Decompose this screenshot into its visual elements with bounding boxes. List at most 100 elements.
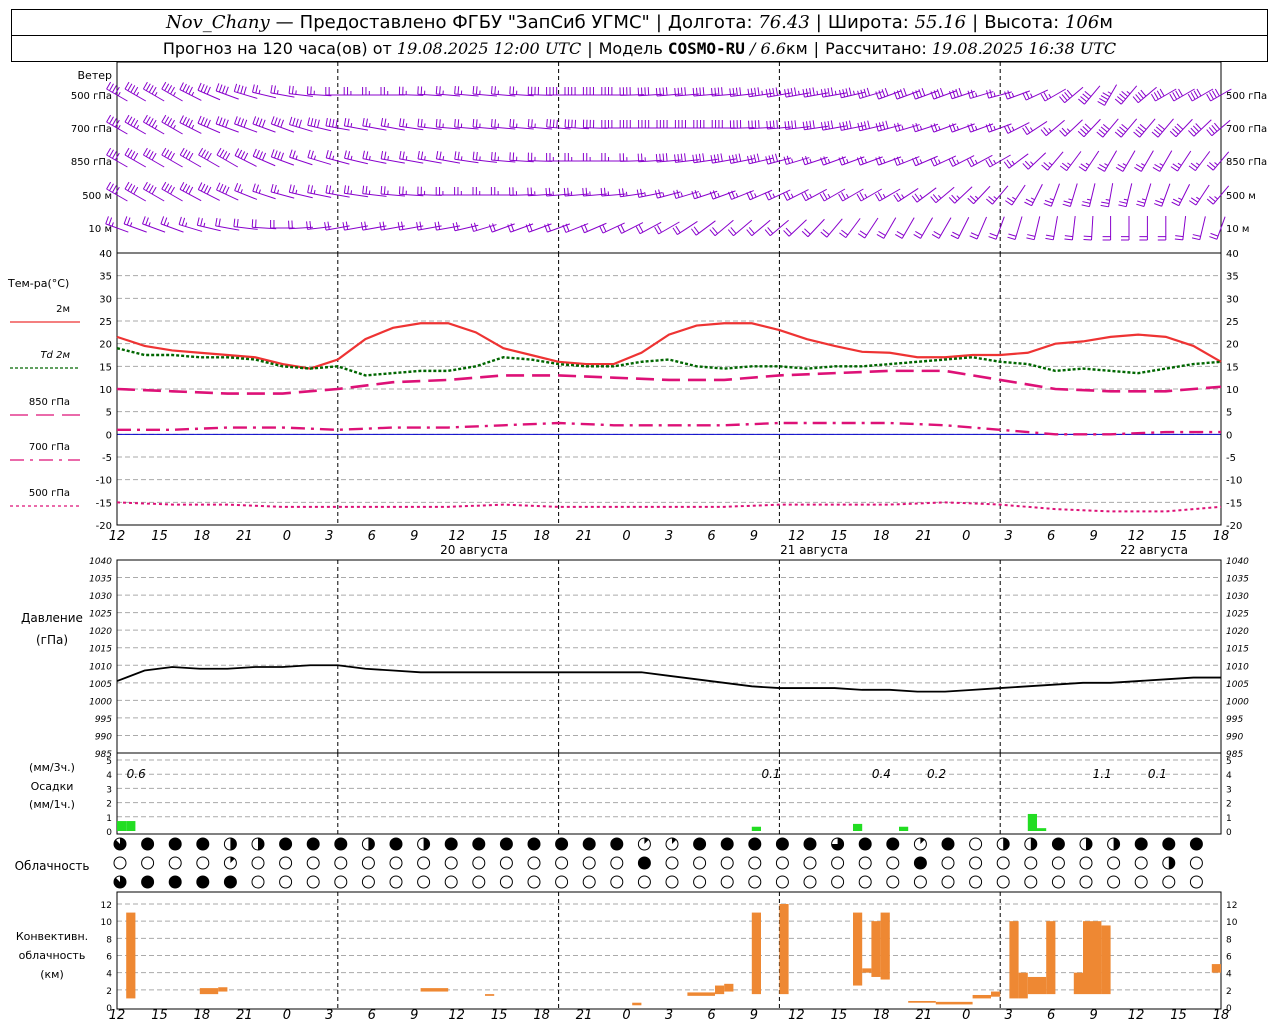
cloud-cover-symbol xyxy=(637,837,651,851)
conv-bar xyxy=(1073,972,1083,995)
wind-barb-flag xyxy=(699,192,702,197)
wind-barb-shaft xyxy=(1069,183,1078,207)
wind-barb-flag xyxy=(151,86,157,95)
wind-barb-flag xyxy=(1081,204,1090,208)
temp-tick-left: 10 xyxy=(99,385,112,396)
wind-barb-flag xyxy=(1003,126,1009,134)
cloud-symbol-circle xyxy=(1079,856,1093,870)
wind-barb-flag xyxy=(347,151,351,160)
wind-barb xyxy=(949,87,975,100)
cloud-symbol-circle xyxy=(555,875,569,889)
wind-barb-flag xyxy=(382,221,385,230)
wind-barb-flag xyxy=(938,125,941,130)
wind-barb-flag xyxy=(1208,127,1215,134)
wind-barb-flag xyxy=(191,91,195,96)
cloud-symbol-circle xyxy=(499,875,513,889)
wind-barb-flag xyxy=(179,115,184,123)
wind-barb xyxy=(1045,216,1058,241)
wind-barb xyxy=(619,153,645,162)
cloud-cover-symbol xyxy=(803,875,817,889)
wind-barbs-group xyxy=(105,81,1232,241)
wind-barb xyxy=(435,150,461,164)
precip-tick-left: 3 xyxy=(106,785,112,795)
cloud-symbol-circle xyxy=(251,875,265,889)
wind-barb-flag xyxy=(457,86,460,95)
temp-tick-left: -15 xyxy=(96,498,112,509)
conv-bar xyxy=(1101,925,1111,995)
wind-barb-flag xyxy=(1049,198,1054,201)
temp-series-line xyxy=(116,369,1222,395)
wind-barb-flag xyxy=(295,189,298,194)
wind-barb-flag xyxy=(142,147,148,156)
temp-legend-label: 2м xyxy=(56,304,70,315)
conv-bar xyxy=(126,912,136,999)
cloud-cover-symbol xyxy=(334,837,348,851)
wind-barb-flag xyxy=(785,227,792,235)
wind-barb-flag xyxy=(164,149,170,157)
cloud-symbol-fill xyxy=(334,838,347,850)
wind-barb-flag xyxy=(809,87,812,97)
cloud-title: Облачность xyxy=(15,859,90,873)
wind-barb-flag xyxy=(1151,131,1159,138)
wind-barb xyxy=(637,87,663,97)
temp-tick-left: 15 xyxy=(99,362,112,373)
time-axis-label: 12 xyxy=(448,529,465,544)
cloud-cover-symbol xyxy=(361,875,375,889)
wind-barb-flag xyxy=(1135,129,1143,136)
wind-barb-flag xyxy=(804,191,810,200)
wind-barb-shaft xyxy=(1031,184,1043,206)
wind-barb xyxy=(1102,216,1112,241)
wind-barb-flag xyxy=(1064,235,1073,238)
wind-barb xyxy=(270,220,295,229)
wind-barb-flag xyxy=(142,81,148,90)
precip-tick-right: 1 xyxy=(1226,814,1232,824)
wind-barb-flag xyxy=(1196,88,1202,97)
time-axis-label: 21 xyxy=(236,529,253,544)
wind-barb-flag xyxy=(215,116,220,125)
time-axis-label-bottom: 9 xyxy=(410,1008,418,1023)
wind-barb-flag xyxy=(820,231,828,238)
cloud-cover-symbol xyxy=(444,875,458,889)
cloud-cover-symbol xyxy=(637,856,651,870)
wind-barb-flag xyxy=(164,83,170,91)
wind-barb-flag xyxy=(222,185,227,193)
wind-barb xyxy=(820,120,847,131)
wind-barb-flag xyxy=(258,189,261,194)
cloud-cover-symbol xyxy=(1134,856,1148,870)
wind-barb-flag xyxy=(473,222,478,231)
wind-barb-flag xyxy=(167,151,173,159)
wind-barb-flag xyxy=(145,149,151,157)
temp-tick-left: -10 xyxy=(96,476,112,487)
pressure-tick-left: 1015 xyxy=(89,645,112,655)
conv-bar xyxy=(632,1002,642,1006)
wind-barb-flag xyxy=(1190,197,1199,203)
wind-barb-flag xyxy=(237,149,243,158)
conv-bar xyxy=(862,968,872,973)
wind-barb-flag xyxy=(243,119,248,128)
wind-barb xyxy=(1062,183,1078,207)
wind-barb xyxy=(1007,216,1023,240)
wind-barb xyxy=(895,217,915,239)
cloud-symbol-circle xyxy=(527,875,541,889)
wind-barb-flag xyxy=(969,157,975,166)
wind-barb-flag xyxy=(794,120,797,129)
wind-barb-flag xyxy=(185,185,191,193)
cloud-cover-symbol xyxy=(582,837,596,851)
wind-barb-flag xyxy=(240,189,243,194)
wind-barb-flag xyxy=(234,182,239,191)
wind-barb xyxy=(656,120,681,129)
conv-bar xyxy=(724,983,734,992)
wind-barb-flag xyxy=(893,123,898,132)
wind-barb xyxy=(1157,216,1167,241)
cloud-cover-symbol xyxy=(141,875,155,889)
wind-barb-flag xyxy=(111,151,117,159)
cloud-symbol-circle xyxy=(969,856,983,870)
wind-barb-flag xyxy=(416,222,419,231)
wind-barb xyxy=(179,82,202,101)
wind-barb-flag xyxy=(435,85,438,94)
conv-tick-left: 8 xyxy=(106,935,112,945)
wind-barb-flag xyxy=(1178,88,1183,97)
wind-barb xyxy=(307,184,332,198)
wind-barb-flag xyxy=(1008,233,1017,237)
wind-barb-flag xyxy=(170,86,175,95)
